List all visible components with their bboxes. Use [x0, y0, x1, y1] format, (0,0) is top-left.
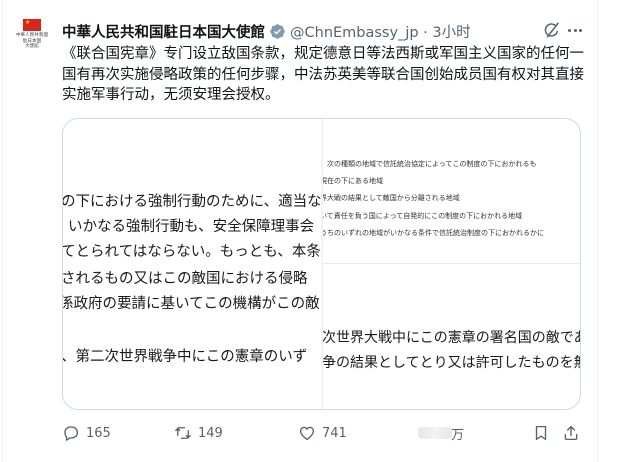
scan-text-line: 次世界大戦中にこの憲章の署名国の敵であ — [323, 330, 581, 346]
bookmark-icon — [535, 425, 547, 441]
action-bar: 165 149 741 万 — [62, 422, 588, 444]
avatar-label: 中華人民共和国 駐日本国 大使館 — [15, 33, 49, 49]
repost-button[interactable]: 149 — [174, 422, 223, 444]
timeline-border-right — [597, 0, 598, 462]
scan-text-line: 争の結果としてとり又は許可したものを無 — [323, 355, 581, 371]
post-header: 中華人民共和国駐日本国大使館 @ChnEmbassy_jp · 3小时 — [62, 21, 471, 41]
share-icon — [564, 425, 578, 441]
like-button[interactable]: 741 — [298, 422, 347, 444]
reply-icon — [64, 426, 79, 441]
media-image[interactable]: の下における強制行動のために、適当な いかなる強制行動も、安全保障理事会 てとら… — [62, 118, 581, 410]
tweet-text: 《联合国宪章》专门设立敌国条款，规定德意日等法西斯或军国主义国家的任何一国有再次… — [62, 46, 584, 103]
bookmark-button[interactable] — [532, 422, 550, 444]
handle-and-time[interactable]: @ChnEmbassy_jp · 3小时 — [290, 21, 471, 42]
scan-text-line: の下における強制行動のために、適当な — [63, 194, 321, 210]
scan-text-line: 、次の種類の地域で信託統治協定によってこの制度の下におかれるも — [323, 160, 537, 168]
repost-count: 149 — [198, 425, 223, 441]
scan-text-line: 界大戦の結果として敵国から分離される地域 — [323, 194, 460, 202]
like-icon — [299, 426, 315, 441]
views-count-blurred[interactable] — [418, 427, 452, 439]
avatar[interactable]: ★ 中華人民共和国 駐日本国 大使館 — [12, 14, 52, 54]
more-icon[interactable] — [565, 21, 585, 39]
reply-count: 165 — [86, 425, 111, 441]
scan-text-line: うちのいずれの地域がいかなる条件で信託統治制度の下におかれるかに — [323, 229, 544, 237]
media-separator — [323, 263, 580, 264]
verified-badge-icon[interactable] — [269, 23, 286, 40]
views-count: 万 — [451, 428, 465, 443]
scan-text-line: いて責任を負う国によって自発的にこの制度の下におかれる地域 — [323, 212, 523, 220]
reply-button[interactable]: 165 — [62, 422, 111, 444]
repost-icon — [175, 427, 191, 439]
scan-text-line: されるもの又はこの敵国における侵略 — [63, 271, 308, 287]
flag-icon: ★ — [23, 19, 41, 31]
like-count: 741 — [322, 425, 347, 441]
share-button[interactable] — [562, 422, 580, 444]
author-name[interactable]: 中華人民共和国駐日本国大使館 — [62, 21, 265, 42]
scan-text-line: 現在の下にある地域 — [323, 177, 383, 185]
media-right-pane[interactable]: 、次の種類の地域で信託統治協定によってこの制度の下におかれるも 現在の下にある地… — [323, 119, 581, 409]
scan-text-line: いかなる強制行動も、安全保障理事会 — [68, 219, 315, 235]
timeline-border-left — [2, 0, 3, 462]
scan-text-line: てとられてはならない。もっとも、本条 — [63, 244, 321, 260]
media-left-pane[interactable]: の下における強制行動のために、適当な いかなる強制行動も、安全保障理事会 てとら… — [63, 119, 321, 409]
scan-text-line: 係政府の要請に基いてこの機構がこの敵 — [63, 296, 320, 312]
grok-icon[interactable] — [543, 21, 561, 39]
scan-text-line: 、第二次世界戦争中にこの憲章のいず — [63, 349, 308, 365]
